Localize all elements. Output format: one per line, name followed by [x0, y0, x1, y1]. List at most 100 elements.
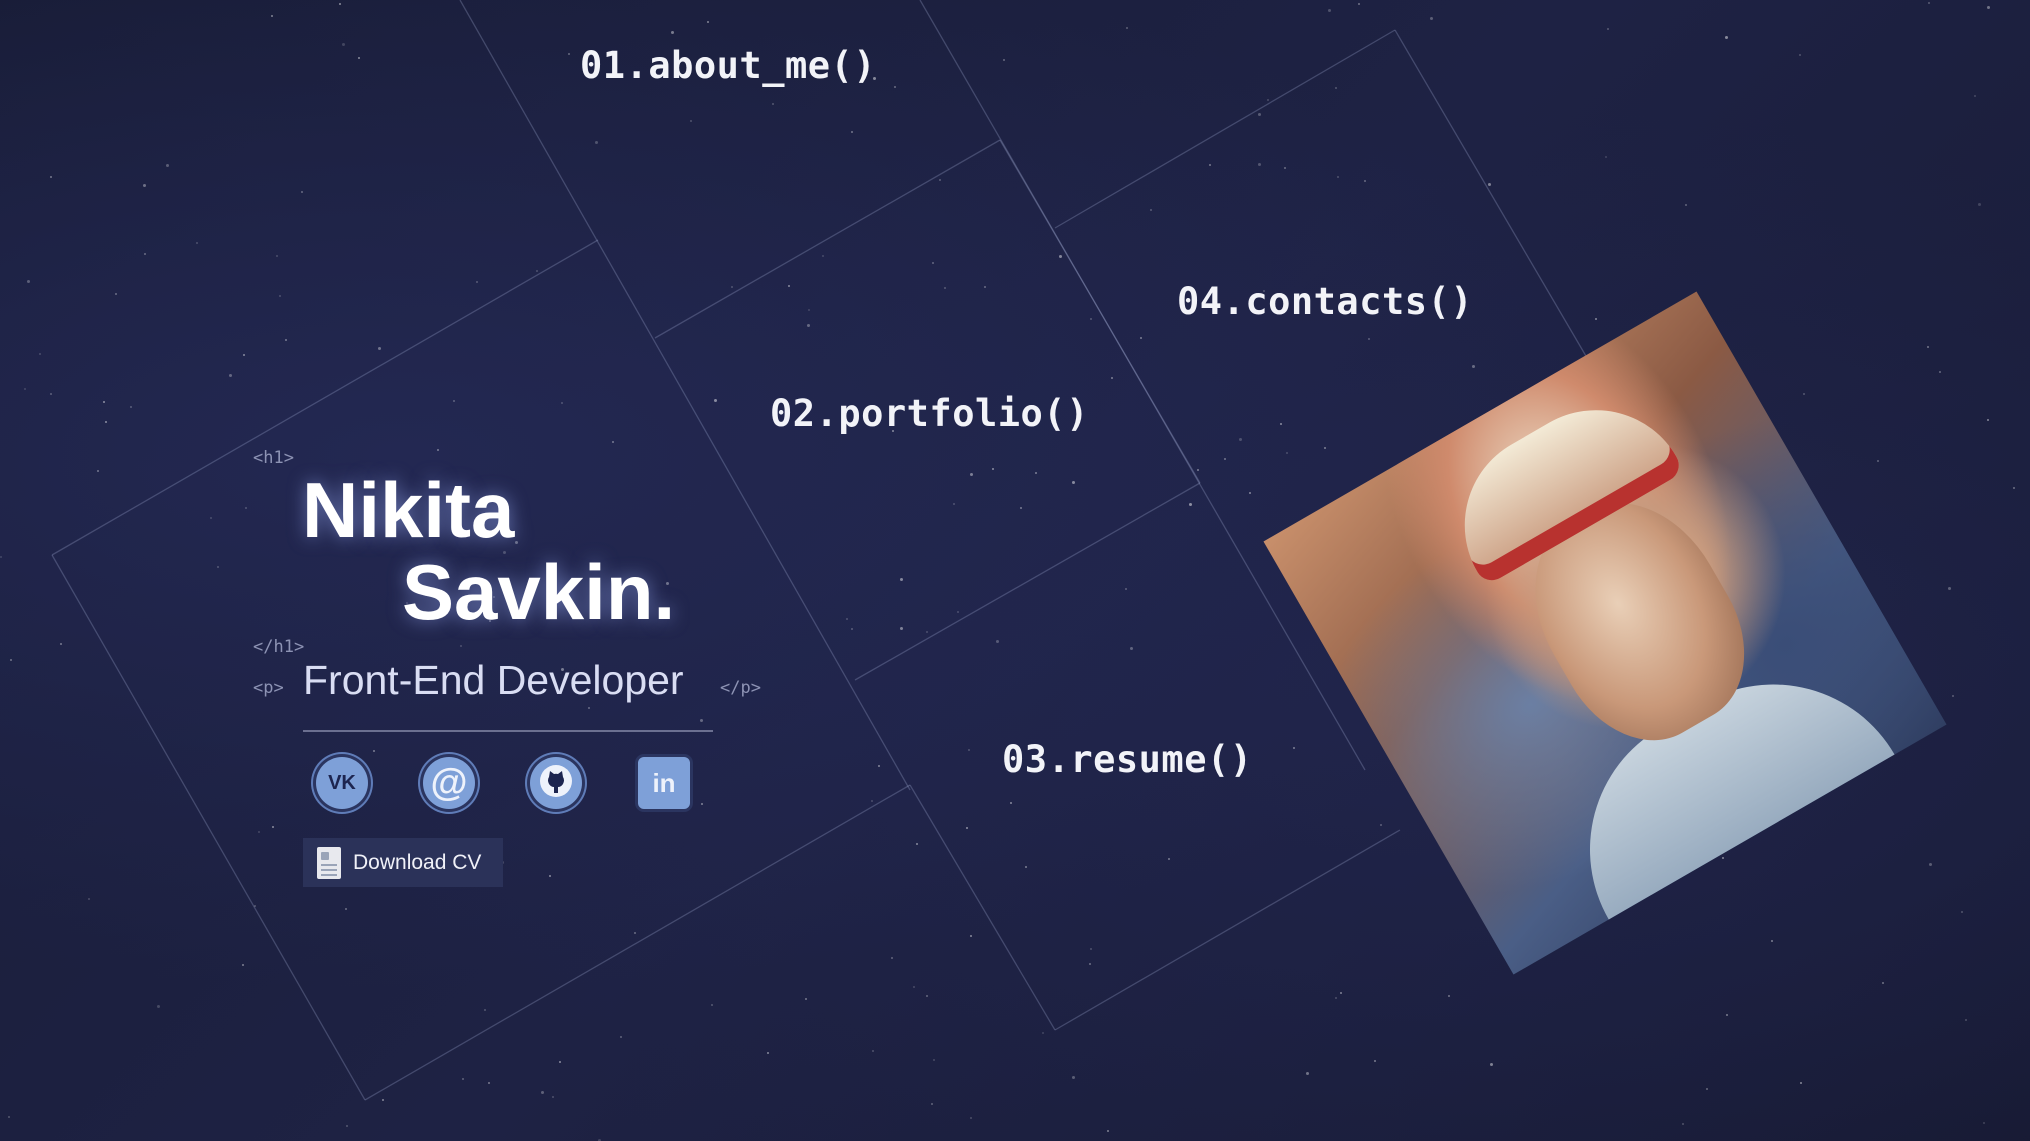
star [1149, 208, 1152, 211]
star [619, 1035, 622, 1038]
star [143, 184, 147, 188]
star [514, 540, 518, 544]
star [1771, 939, 1774, 942]
star [105, 421, 107, 424]
star [59, 643, 62, 646]
star [1072, 480, 1076, 484]
star [339, 3, 342, 6]
star [1489, 1063, 1493, 1067]
star [1927, 346, 1929, 349]
star [1328, 8, 1332, 12]
star [1266, 98, 1269, 101]
nav-resume-link[interactable]: 03.resume() [1002, 738, 1253, 781]
star [930, 1103, 933, 1106]
star [967, 748, 970, 751]
star [272, 826, 275, 829]
star [1368, 337, 1371, 340]
star [1965, 1019, 1968, 1022]
star [1089, 962, 1092, 965]
divider [303, 730, 713, 732]
star [453, 399, 456, 402]
star [700, 719, 704, 723]
star [1025, 865, 1028, 868]
vk-link[interactable]: VK [316, 757, 368, 809]
github-icon [539, 764, 573, 802]
star [228, 374, 232, 378]
star [7, 1116, 10, 1119]
star [851, 627, 854, 630]
star [771, 103, 774, 106]
star [536, 270, 539, 273]
star [130, 405, 133, 408]
linkedin-icon: in [652, 767, 676, 798]
star [1168, 857, 1171, 860]
star [970, 1117, 973, 1120]
star [1881, 981, 1884, 984]
star [956, 611, 959, 614]
star [345, 1124, 348, 1127]
star [1224, 458, 1227, 461]
star [1129, 647, 1133, 651]
download-cv-button[interactable]: Download CV [303, 838, 503, 887]
star [96, 470, 99, 473]
github-link[interactable] [530, 757, 582, 809]
star [1089, 318, 1092, 321]
star [926, 631, 929, 634]
star [460, 645, 463, 648]
nav-about-me-link[interactable]: 01.about_me() [580, 44, 876, 87]
star [984, 285, 987, 288]
star [1606, 28, 1609, 30]
star [103, 401, 106, 404]
star [50, 392, 53, 395]
star [871, 1050, 874, 1053]
star [1189, 503, 1193, 507]
star [1978, 202, 1982, 206]
star [1209, 163, 1212, 166]
star [1019, 506, 1022, 509]
nav-portfolio-link[interactable]: 02.portfolio() [770, 392, 1089, 435]
star [706, 20, 709, 23]
star [1337, 175, 1340, 178]
star [1090, 947, 1093, 950]
star [1072, 1076, 1075, 1080]
star [1293, 747, 1296, 750]
nav-contacts-link[interactable]: 04.contacts() [1177, 280, 1473, 323]
star [1987, 418, 1990, 421]
star [850, 131, 853, 134]
star [1803, 393, 1806, 396]
star [258, 831, 261, 834]
star [1960, 911, 1963, 914]
star [1722, 856, 1725, 859]
star [342, 42, 346, 46]
star [807, 323, 811, 327]
star [877, 765, 880, 768]
linkedin-link[interactable]: in [638, 757, 690, 809]
star [913, 985, 916, 988]
star [488, 1082, 491, 1085]
star [1724, 35, 1728, 39]
star [49, 176, 52, 179]
star [1430, 16, 1434, 20]
star [1374, 1060, 1377, 1063]
star [279, 294, 282, 297]
star [846, 618, 849, 621]
p-open-tag: <p> [253, 678, 284, 698]
star [992, 467, 995, 470]
star [671, 31, 675, 35]
email-link[interactable]: @ [423, 757, 475, 809]
star [731, 285, 734, 288]
star [115, 292, 118, 295]
star [916, 843, 919, 846]
star [567, 53, 570, 56]
star [217, 566, 220, 569]
star [1286, 452, 1289, 455]
star [933, 1059, 936, 1062]
star [1334, 997, 1337, 1000]
star [253, 905, 256, 908]
star [1358, 3, 1361, 6]
star [461, 1078, 464, 1081]
star [156, 1005, 160, 1009]
star [995, 639, 999, 643]
job-title: Front-End Developer [303, 657, 684, 703]
star [805, 997, 808, 1000]
